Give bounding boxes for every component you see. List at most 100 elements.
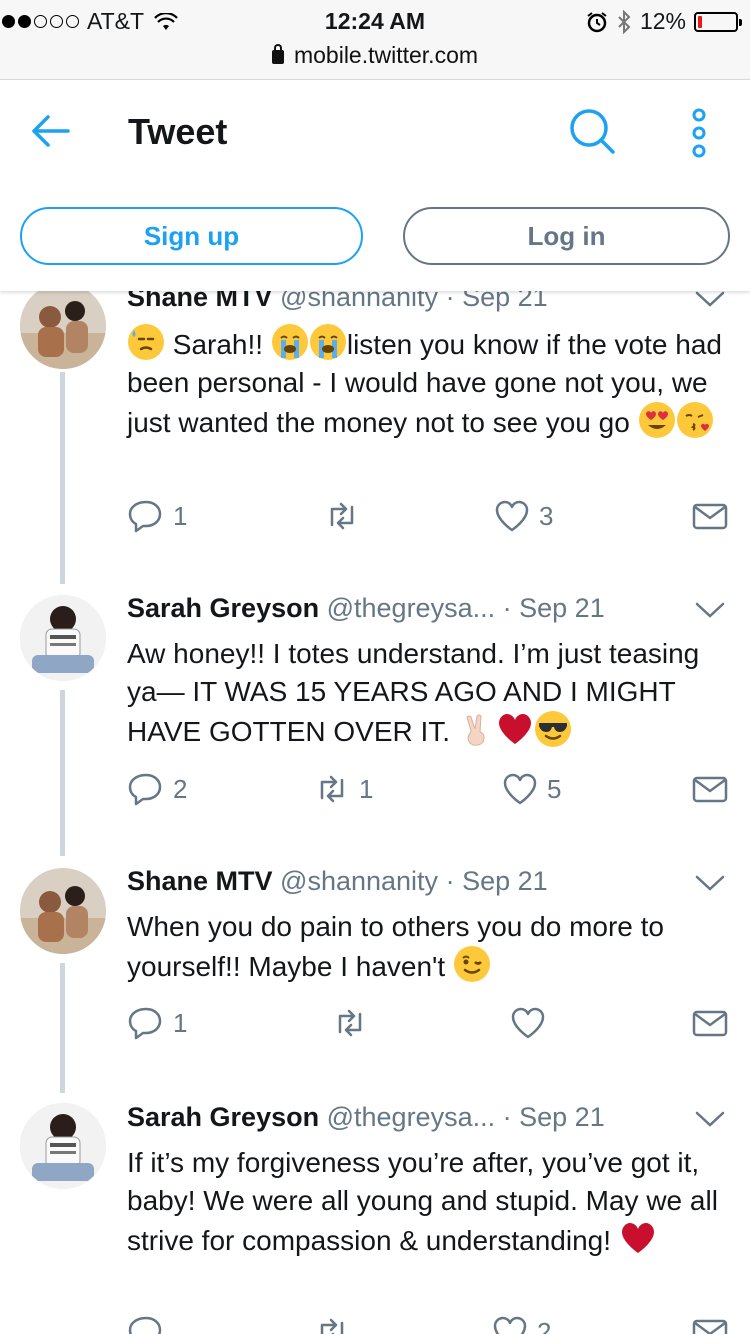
- tweet-date[interactable]: Sep 21: [519, 593, 605, 623]
- retweet-icon: [320, 775, 344, 803]
- author-handle[interactable]: @shannanity: [280, 866, 438, 896]
- battery-percent: 12%: [639, 8, 686, 34]
- author-name[interactable]: Sarah Greyson: [127, 593, 319, 623]
- tweet-date[interactable]: Sep 21: [519, 1102, 605, 1132]
- retweet-icon: [330, 502, 354, 530]
- tweet-text: When you do pain to others you do more t…: [127, 908, 727, 986]
- tweet-header: Shane MTV @shannanity · Sep 21: [127, 866, 548, 897]
- avatar[interactable]: [20, 1103, 106, 1189]
- sign-up-button[interactable]: Sign up: [20, 207, 363, 265]
- retweet-count: 1: [359, 773, 374, 804]
- battery-icon: [694, 11, 742, 32]
- author-handle[interactable]: @thegreysa...: [327, 593, 496, 623]
- thread-connector: [60, 372, 65, 584]
- bluetooth-icon: [618, 9, 631, 34]
- tweet-date[interactable]: Sep 21: [462, 866, 548, 896]
- reply-count: 1: [173, 500, 188, 531]
- lock-icon: [271, 44, 284, 64]
- tweet-actions: 1 3: [127, 496, 737, 536]
- envelope-icon: [692, 1319, 728, 1334]
- separator: ·: [445, 866, 455, 896]
- heart-icon: [493, 1316, 527, 1334]
- envelope-icon: [692, 1010, 728, 1037]
- retweet-icon: [320, 1318, 344, 1334]
- tweet-text: Sarah!! listen you know if the vote had …: [127, 324, 727, 442]
- retweet-icon: [338, 1009, 362, 1037]
- like-button[interactable]: 3: [493, 496, 553, 536]
- thread-connector: [60, 690, 65, 856]
- thread-connector: [60, 963, 65, 1093]
- heart-icon: [511, 1007, 545, 1039]
- envelope-icon: [692, 776, 728, 803]
- author-name[interactable]: Sarah Greyson: [127, 1102, 319, 1132]
- reply-count: 2: [173, 773, 188, 804]
- retweet-button[interactable]: [313, 1312, 351, 1334]
- retweet-button[interactable]: [331, 1003, 377, 1043]
- chevron-down-icon[interactable]: [694, 289, 726, 311]
- log-in-button[interactable]: Log in: [403, 207, 730, 265]
- reply-count: 1: [173, 1007, 188, 1038]
- red-heart-emoji: [497, 711, 533, 747]
- winking-face-emoji: [453, 946, 490, 982]
- heart-icon: [503, 773, 537, 805]
- like-count: 5: [547, 773, 562, 804]
- sweat-face-emoji: [128, 324, 164, 360]
- reply-icon: [128, 500, 162, 533]
- more-options-icon[interactable]: [684, 107, 714, 159]
- kissing-heart-emoji: [676, 402, 713, 438]
- alarm-icon: [587, 11, 607, 32]
- reply-button[interactable]: 2: [127, 769, 187, 809]
- reply-icon: [128, 1007, 162, 1040]
- page-title: Tweet: [128, 111, 228, 152]
- tweet-actions: 2: [127, 1312, 737, 1334]
- reply-button[interactable]: 1: [127, 496, 187, 536]
- victory-hand-emoji: [459, 711, 495, 747]
- tweet-text: If it’s my forgiveness you’re after, you…: [127, 1144, 727, 1260]
- status-bar: AT&T 12:24 AM 12% mobile.twitter.com: [0, 0, 750, 80]
- like-button[interactable]: [509, 1003, 555, 1043]
- heart-icon: [495, 500, 529, 532]
- like-button[interactable]: 2: [491, 1312, 551, 1334]
- like-count: 3: [539, 500, 554, 531]
- separator: ·: [502, 1102, 512, 1132]
- tweet-text-part: Aw honey!! I totes understand. I’m just …: [127, 638, 700, 747]
- red-heart-emoji: [620, 1220, 656, 1256]
- chevron-down-icon[interactable]: [694, 600, 726, 622]
- sunglasses-emoji: [534, 711, 571, 747]
- reply-icon: [128, 773, 162, 806]
- avatar[interactable]: [20, 283, 106, 369]
- crying-face-emoji: [271, 324, 308, 360]
- like-button[interactable]: 5: [501, 769, 561, 809]
- retweet-button[interactable]: 1: [313, 769, 373, 809]
- crying-face-emoji: [309, 324, 346, 360]
- author-handle[interactable]: @thegreysa...: [327, 1102, 496, 1132]
- reply-button[interactable]: 1: [127, 1003, 187, 1043]
- message-button[interactable]: [691, 1312, 729, 1334]
- url-text: mobile.twitter.com: [293, 42, 479, 68]
- address-bar[interactable]: mobile.twitter.com: [0, 42, 750, 69]
- back-arrow-icon[interactable]: [28, 109, 72, 153]
- message-button[interactable]: [691, 496, 729, 536]
- tweet-actions: 2 1 5: [127, 769, 737, 809]
- reply-icon: [128, 1316, 162, 1334]
- like-count: 2: [537, 1316, 552, 1334]
- tweet-text: Aw honey!! I totes understand. I’m just …: [127, 635, 727, 751]
- battery-level-fill: [698, 15, 702, 28]
- tweet-header: Sarah Greyson @thegreysa... · Sep 21: [127, 593, 605, 624]
- chevron-down-icon[interactable]: [694, 1109, 726, 1131]
- tweet-header: Sarah Greyson @thegreysa... · Sep 21: [127, 1102, 605, 1133]
- message-button[interactable]: [691, 1003, 729, 1043]
- search-icon[interactable]: [566, 105, 618, 157]
- tweet-actions: 1: [127, 1003, 737, 1043]
- avatar[interactable]: [20, 868, 106, 954]
- chevron-down-icon[interactable]: [694, 873, 726, 895]
- envelope-icon: [692, 503, 728, 530]
- retweet-button[interactable]: [323, 496, 369, 536]
- heart-eyes-emoji: [638, 402, 675, 438]
- author-name[interactable]: Shane MTV: [127, 866, 273, 896]
- tweet-text-part: When you do pain to others you do more t…: [127, 911, 664, 982]
- message-button[interactable]: [691, 769, 729, 809]
- reply-button[interactable]: [127, 1312, 165, 1334]
- app-header: Tweet Sign up Log in: [0, 81, 750, 291]
- avatar[interactable]: [20, 595, 106, 681]
